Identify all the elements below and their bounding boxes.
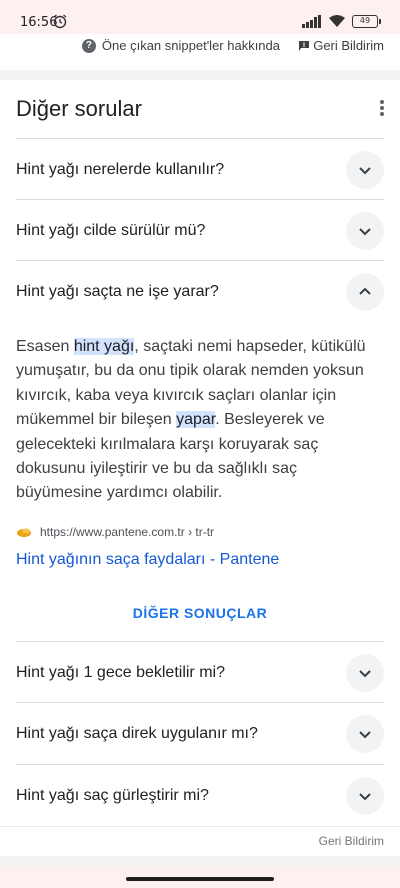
chevron-down-icon xyxy=(359,167,371,175)
about-snippets-label: Öne çıkan snippet'ler hakkında xyxy=(101,38,280,53)
status-icons: 49 xyxy=(302,13,381,29)
feedback-icon xyxy=(299,40,310,51)
chevron-up-icon xyxy=(359,287,371,295)
about-snippets-link[interactable]: ? Öne çıkan snippet'ler hakkında xyxy=(81,38,280,53)
question-text: Hint yağı nerelerde kullanılır? xyxy=(16,161,225,178)
wifi-icon xyxy=(329,15,345,27)
chevron-down-icon xyxy=(359,228,371,236)
source-link[interactable]: Hint yağının saça faydaları - Pantene xyxy=(16,551,279,569)
answer-highlight: hint yağı xyxy=(73,338,135,355)
question-row[interactable]: Hint yağı nerelerde kullanılır? xyxy=(16,138,384,199)
source-url: https://www.pantene.com.tr › tr-tr xyxy=(40,525,215,539)
feedback-top-label: Geri Bildirim xyxy=(313,38,384,53)
chevron-down-icon xyxy=(359,731,371,739)
question-text: Hint yağı 1 gece bekletilir mi? xyxy=(16,664,225,681)
nav-bar xyxy=(0,866,400,888)
expand-button[interactable] xyxy=(346,151,384,189)
question-row-expanded[interactable]: Hint yağı saçta ne işe yarar? xyxy=(16,260,384,321)
feedback-top-button[interactable]: Geri Bildirim xyxy=(298,38,384,53)
people-also-ask-card: Diğer sorular Hint yağı nerelerde kullan… xyxy=(0,80,400,856)
favicon xyxy=(17,528,31,537)
signal-icon xyxy=(302,14,321,28)
more-results-button[interactable]: DİĞER SONUÇLAR xyxy=(0,605,400,621)
answer-highlight: yapar xyxy=(176,411,216,429)
alarm-icon xyxy=(53,14,67,29)
question-text: Hint yağı cilde sürülür mü? xyxy=(16,222,206,239)
question-row[interactable]: Hint yağı saç gürleştirir mi? xyxy=(16,764,384,825)
divider xyxy=(0,826,400,827)
more-vert-icon[interactable] xyxy=(380,100,384,116)
card-header: Diğer sorular xyxy=(0,80,400,138)
question-text: Hint yağı saçta ne işe yarar? xyxy=(16,283,219,300)
question-text: Hint yağı saç gürleştirir mi? xyxy=(16,787,209,804)
answer-text: Esasen xyxy=(16,338,74,355)
question-row[interactable]: Hint yağı cilde sürülür mü? xyxy=(16,199,384,260)
card-title: Diğer sorular xyxy=(16,96,142,121)
question-row[interactable]: Hint yağı 1 gece bekletilir mi? xyxy=(16,641,384,702)
expand-button[interactable] xyxy=(346,654,384,692)
battery-icon: 49 xyxy=(352,14,381,28)
feedback-bottom-button[interactable]: Geri Bildirim xyxy=(319,834,384,848)
expand-button[interactable] xyxy=(346,212,384,250)
expand-button[interactable] xyxy=(346,715,384,753)
collapse-button[interactable] xyxy=(346,273,384,311)
expand-button[interactable] xyxy=(346,777,384,815)
chevron-down-icon xyxy=(359,793,371,801)
question-text: Hint yağı saça direk uygulanır mı? xyxy=(16,725,258,742)
source-row[interactable]: https://www.pantene.com.tr › tr-tr xyxy=(16,525,214,539)
help-icon: ? xyxy=(81,38,96,53)
chevron-down-icon xyxy=(359,670,371,678)
question-row[interactable]: Hint yağı saça direk uygulanır mı? xyxy=(16,702,384,763)
snippet-bar: ? Öne çıkan snippet'ler hakkında Geri Bi… xyxy=(0,34,400,70)
answer-snippet: Esasen hint yağı, saçtaki nemi hapseder,… xyxy=(16,335,384,506)
home-gesture-handle[interactable] xyxy=(126,877,274,881)
